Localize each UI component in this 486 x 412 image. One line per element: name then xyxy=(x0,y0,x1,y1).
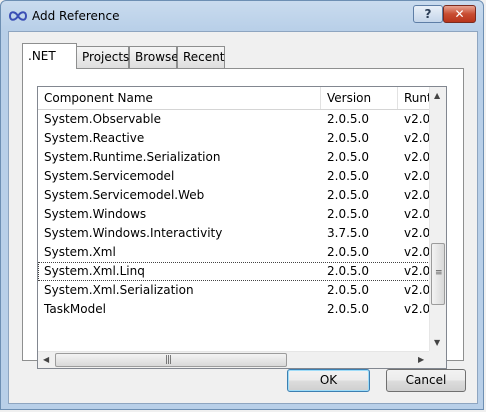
list-header: Component Name Version Runt xyxy=(38,87,430,110)
scroll-left-arrow-icon[interactable]: ◀ xyxy=(43,355,49,364)
scrollbar-corner xyxy=(429,351,446,368)
title-bar[interactable]: Add Reference ? ✕ xyxy=(1,1,485,31)
version-cell: 2.0.5.0 xyxy=(327,302,369,316)
tab-recent[interactable]: Recent xyxy=(177,46,225,68)
runtime-cell: v2.0. xyxy=(404,283,430,297)
component-name-cell: System.Observable xyxy=(44,112,161,126)
table-row[interactable]: System.Servicemodel.Web 2.0.5.0 v2.0. xyxy=(38,186,430,205)
dialog-body: .NET Projects Browse Recent Component Na… xyxy=(8,31,478,404)
ok-button[interactable]: OK xyxy=(287,369,370,392)
runtime-cell: v2.0. xyxy=(404,226,430,240)
tab-label: Browse xyxy=(135,50,179,64)
runtime-cell: v2.0. xyxy=(404,188,430,202)
horizontal-scrollbar[interactable]: ◀ ||| ▶ xyxy=(38,351,430,368)
table-row[interactable]: System.Observable 2.0.5.0 v2.0. xyxy=(38,110,430,129)
version-cell: 2.0.5.0 xyxy=(327,264,369,278)
component-name-cell: System.Xml.Serialization xyxy=(44,283,194,297)
table-row[interactable]: System.Reactive 2.0.5.0 v2.0. xyxy=(38,129,430,148)
column-header-version[interactable]: Version xyxy=(321,87,398,109)
runtime-cell: v2.0. xyxy=(404,264,430,278)
runtime-cell: v2.0. xyxy=(404,131,430,145)
component-name-cell: System.Windows xyxy=(44,207,147,221)
column-header-runtime[interactable]: Runt xyxy=(398,87,430,109)
runtime-cell: v2.0. xyxy=(404,150,430,164)
table-row[interactable]: TaskModel 2.0.5.0 v2.0. xyxy=(38,300,430,319)
horizontal-scroll-thumb[interactable]: ||| xyxy=(55,353,287,367)
version-cell: 2.0.5.0 xyxy=(327,112,369,126)
window-title: Add Reference xyxy=(32,9,120,23)
component-name-cell: System.Runtime.Serialization xyxy=(44,150,221,164)
runtime-cell: v2.0. xyxy=(404,169,430,183)
scroll-right-arrow-icon[interactable]: ▶ xyxy=(418,355,424,364)
table-row[interactable]: System.Windows.Interactivity 3.7.5.0 v2.0. xyxy=(38,224,430,243)
close-button[interactable]: ✕ xyxy=(443,5,476,23)
tab-label: .NET xyxy=(28,49,56,63)
version-cell: 2.0.5.0 xyxy=(327,150,369,164)
column-header-component-name[interactable]: Component Name xyxy=(38,87,321,109)
scroll-up-arrow-icon[interactable]: ▲ xyxy=(434,91,440,100)
grip-icon: ≡ xyxy=(435,268,443,278)
tab-projects[interactable]: Projects xyxy=(76,46,129,68)
infinity-icon xyxy=(9,11,27,21)
table-row[interactable]: System.Runtime.Serialization 2.0.5.0 v2.0. xyxy=(38,148,430,167)
runtime-cell: v2.0. xyxy=(404,112,430,126)
close-icon: ✕ xyxy=(454,7,465,21)
vertical-scrollbar[interactable]: ▲ ≡ ▼ xyxy=(429,87,446,351)
tab-label: Recent xyxy=(183,50,225,64)
version-cell: 2.0.5.0 xyxy=(327,245,369,259)
component-name-cell: System.Windows.Interactivity xyxy=(44,226,223,240)
component-name-cell: System.Xml xyxy=(44,245,116,259)
scroll-down-arrow-icon[interactable]: ▼ xyxy=(434,338,440,347)
component-name-cell: TaskModel xyxy=(44,302,106,316)
table-row[interactable]: System.Xml.Serialization 2.0.5.0 v2.0. xyxy=(38,281,430,300)
version-cell: 2.0.5.0 xyxy=(327,188,369,202)
help-icon: ? xyxy=(424,7,432,21)
version-cell: 3.7.5.0 xyxy=(327,226,369,240)
version-cell: 2.0.5.0 xyxy=(327,283,369,297)
table-row[interactable]: System.Servicemodel 2.0.5.0 v2.0. xyxy=(38,167,430,186)
table-row[interactable]: System.Xml 2.0.5.0 v2.0. xyxy=(38,243,430,262)
grip-icon: ||| xyxy=(165,355,172,365)
component-name-cell: System.Servicemodel.Web xyxy=(44,188,205,202)
vertical-scroll-thumb[interactable]: ≡ xyxy=(431,243,445,305)
component-name-cell: System.Servicemodel xyxy=(44,169,175,183)
add-reference-dialog: Add Reference ? ✕ .NET Projects Browse R… xyxy=(0,0,484,410)
runtime-cell: v2.0. xyxy=(404,207,430,221)
version-cell: 2.0.5.0 xyxy=(327,207,369,221)
tab-panel: Component Name Version Runt System.Obser… xyxy=(22,68,464,369)
runtime-cell: v2.0. xyxy=(404,245,430,259)
version-cell: 2.0.5.0 xyxy=(327,169,369,183)
table-row[interactable]: System.Xml.Linq 2.0.5.0 v2.0. xyxy=(38,262,430,281)
tab-browse[interactable]: Browse xyxy=(129,46,179,68)
runtime-cell: v2.0. xyxy=(404,302,430,316)
component-list[interactable]: Component Name Version Runt System.Obser… xyxy=(37,86,447,369)
tab-label: Projects xyxy=(82,50,130,64)
component-name-cell: System.Reactive xyxy=(44,131,145,145)
component-name-cell: System.Xml.Linq xyxy=(44,264,145,278)
table-row[interactable]: System.Windows 2.0.5.0 v2.0. xyxy=(38,205,430,224)
cancel-button[interactable]: Cancel xyxy=(386,369,466,392)
version-cell: 2.0.5.0 xyxy=(327,131,369,145)
tab-net[interactable]: .NET xyxy=(22,43,77,69)
help-button[interactable]: ? xyxy=(413,5,443,23)
